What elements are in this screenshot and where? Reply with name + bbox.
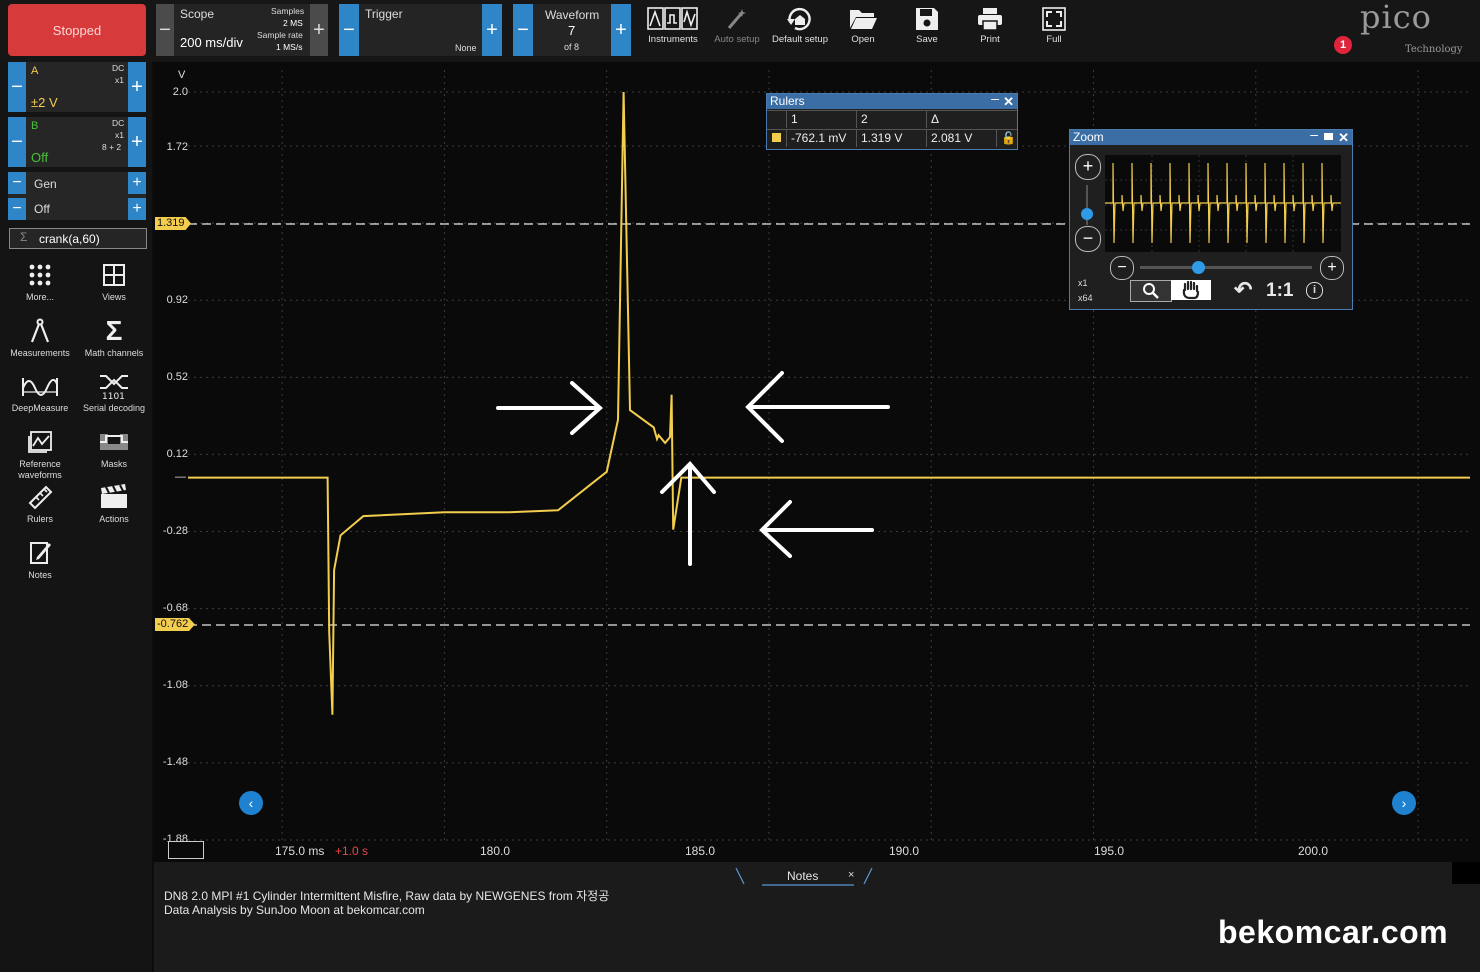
vertical-zoom-thumb[interactable]: [1081, 208, 1093, 220]
zoom-in-vertical-button[interactable]: +: [1075, 154, 1101, 180]
y-tick-label: -1.48: [162, 756, 188, 768]
next-waveform-button[interactable]: ›: [1392, 791, 1416, 815]
zero-marker[interactable]: —: [164, 471, 186, 485]
zoom-level-x1: x1: [1078, 278, 1088, 288]
rulers-title-text: Rulers: [770, 94, 805, 108]
zoom-in-horizontal-button[interactable]: +: [1320, 256, 1344, 280]
y-tick-label: 1.72: [166, 141, 188, 153]
zoom-overview[interactable]: [1105, 155, 1341, 252]
zoom-ratio-button[interactable]: 1:1: [1266, 280, 1293, 302]
hand-icon: [1182, 280, 1200, 300]
zoom-out-horizontal-button[interactable]: −: [1110, 256, 1134, 280]
info-icon[interactable]: i: [1306, 282, 1323, 299]
previous-waveform-button[interactable]: ‹: [239, 791, 263, 815]
zoom-title-text: Zoom: [1073, 130, 1104, 144]
ruler-2-marker[interactable]: -0.762: [155, 618, 195, 631]
horizontal-zoom-track[interactable]: [1140, 266, 1312, 269]
horizontal-zoom-thumb[interactable]: [1192, 261, 1205, 274]
arrow-left-bottom-icon: [759, 500, 874, 558]
rulers-col-1: 1: [786, 110, 798, 128]
y-tick-label: -1.08: [162, 679, 188, 691]
rulers-panel: Rulers – ✕ 1 2 Δ -762.1 mV 1.319 V 2.081…: [766, 91, 1018, 150]
rulers-col-delta: Δ: [926, 110, 939, 128]
minimize-icon[interactable]: –: [991, 91, 999, 106]
x-tick-label: 190.0: [889, 844, 920, 858]
arrow-up-icon: [660, 461, 716, 566]
y-axis-unit: V: [178, 69, 186, 81]
note-line-1[interactable]: DN8 2.0 MPI #1 Cylinder Intermittent Mis…: [164, 887, 609, 904]
close-icon[interactable]: ✕: [1003, 94, 1014, 109]
zoom-tool-button[interactable]: [1130, 280, 1172, 302]
ruler-1-marker[interactable]: 1.319: [155, 217, 191, 230]
maximize-icon[interactable]: [1324, 133, 1333, 140]
notes-tab[interactable]: Notes: [787, 869, 818, 883]
notes-corner: [1452, 862, 1480, 884]
x-tick-label: 195.0: [1094, 844, 1125, 858]
undo-zoom-icon[interactable]: ↶: [1234, 277, 1252, 303]
ruler-value-2: 1.319 V: [856, 129, 902, 147]
magnifier-icon: [1143, 283, 1159, 299]
annotation-arrows: [496, 371, 890, 566]
y-tick-label: -0.28: [162, 525, 188, 537]
chevron-right-icon: ›: [1401, 795, 1407, 811]
note-line-2[interactable]: Data Analysis by SunJoo Moon at bekomcar…: [164, 903, 425, 917]
x-offset-label: +1.0 s: [335, 844, 369, 858]
ruler-1-value: 1.319: [157, 217, 185, 229]
x-tick-label: 180.0: [480, 844, 511, 858]
overview-marker[interactable]: [168, 841, 204, 859]
close-notes-icon[interactable]: ×: [848, 869, 854, 881]
lock-icon[interactable]: 🔓: [996, 129, 1016, 147]
rulers-panel-title[interactable]: Rulers – ✕: [767, 91, 1017, 109]
x-tick-label: 175.0 ms: [275, 844, 325, 858]
ruler-value-1: -762.1 mV: [786, 129, 846, 147]
y-tick-label: 0.52: [166, 371, 188, 383]
pan-tool-button[interactable]: [1171, 280, 1211, 300]
chevron-left-icon: ‹: [248, 795, 254, 811]
close-icon[interactable]: ✕: [1338, 130, 1349, 145]
rulers-col-2: 2: [856, 110, 868, 128]
watermark: bekomcar.com: [1218, 914, 1449, 950]
y-tick-label: 0.92: [166, 294, 188, 306]
zoom-panel: Zoom – ✕ + − − + x1 x64 ↶ 1:1 i: [1069, 127, 1353, 310]
y-tick-label: 0.12: [166, 448, 188, 460]
arrow-left-top-icon: [745, 371, 890, 443]
ruler-2-value: -0.762: [157, 618, 189, 630]
zoom-panel-title[interactable]: Zoom – ✕: [1070, 127, 1352, 145]
zoom-level-x64: x64: [1078, 293, 1093, 303]
zoom-out-vertical-button[interactable]: −: [1075, 226, 1101, 252]
y-tick-label: 2.0: [172, 86, 188, 98]
x-tick-label: 185.0: [685, 844, 716, 858]
y-tick-label: -0.68: [162, 602, 188, 614]
arrow-right-icon: [496, 381, 604, 435]
minimize-icon[interactable]: –: [1310, 127, 1318, 142]
channel-a-swatch: [772, 133, 781, 142]
x-tick-label: 200.0: [1298, 844, 1329, 858]
ruler-delta: 2.081 V: [926, 129, 972, 147]
